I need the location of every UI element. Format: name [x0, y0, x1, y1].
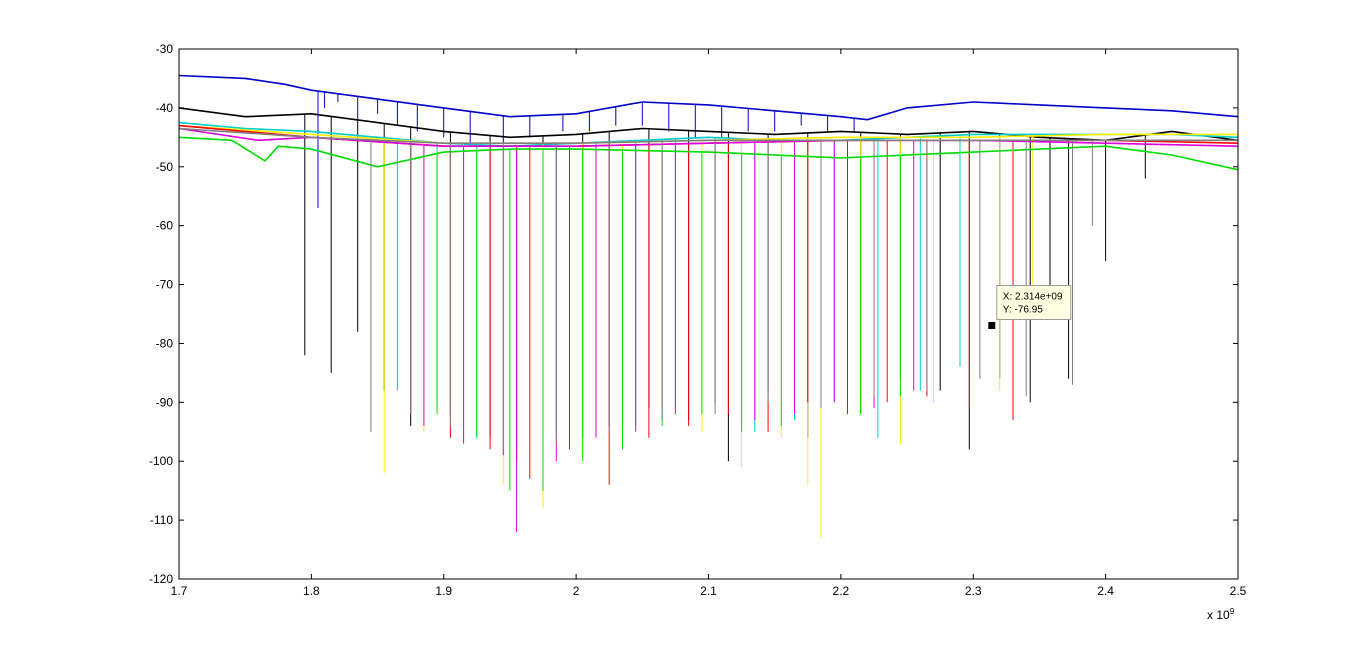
x-tick-label-7: 2.4: [1097, 584, 1114, 598]
x-tick-label-5: 2.2: [833, 584, 850, 598]
x-tick-label-8: 2.5: [1230, 584, 1247, 598]
x-tick-label-3: 2: [573, 584, 580, 598]
x-exponent-base: x 10: [1207, 608, 1230, 622]
data-tip-x-label: X: 2.314e+09: [1003, 291, 1063, 302]
y-tick-label-5: -80: [156, 336, 174, 350]
y-tick-label-8: -110: [150, 513, 173, 527]
y-tick-label-0: -30: [156, 42, 174, 56]
y-tick-label-3: -60: [156, 219, 174, 233]
y-tick-label-4: -70: [156, 278, 174, 292]
x-tick-label-1: 1.8: [303, 584, 320, 598]
x-tick-label-2: 1.9: [435, 584, 452, 598]
y-tick-label-2: -50: [156, 160, 174, 174]
axes-background: [179, 49, 1238, 579]
y-tick-label-6: -90: [156, 395, 174, 409]
y-tick-label-1: -40: [156, 101, 174, 115]
y-tick-label-7: -100: [149, 454, 173, 468]
x-tick-label-0: 1.7: [171, 584, 188, 598]
data-tip-marker[interactable]: [988, 321, 996, 329]
x-tick-label-4: 2.1: [700, 584, 717, 598]
y-tick-label-9: -120: [149, 572, 173, 586]
x-tick-label-6: 2.3: [965, 584, 982, 598]
chart: 1.7 1.8 1.9 2 2.1 2.2 2.3 2.4 2.5 -30 -40 -50 -60 -70…: [0, 0, 1367, 652]
data-tip-y-label: Y: -76.95: [1003, 304, 1043, 315]
x-exponent-power: 9: [1230, 607, 1235, 616]
